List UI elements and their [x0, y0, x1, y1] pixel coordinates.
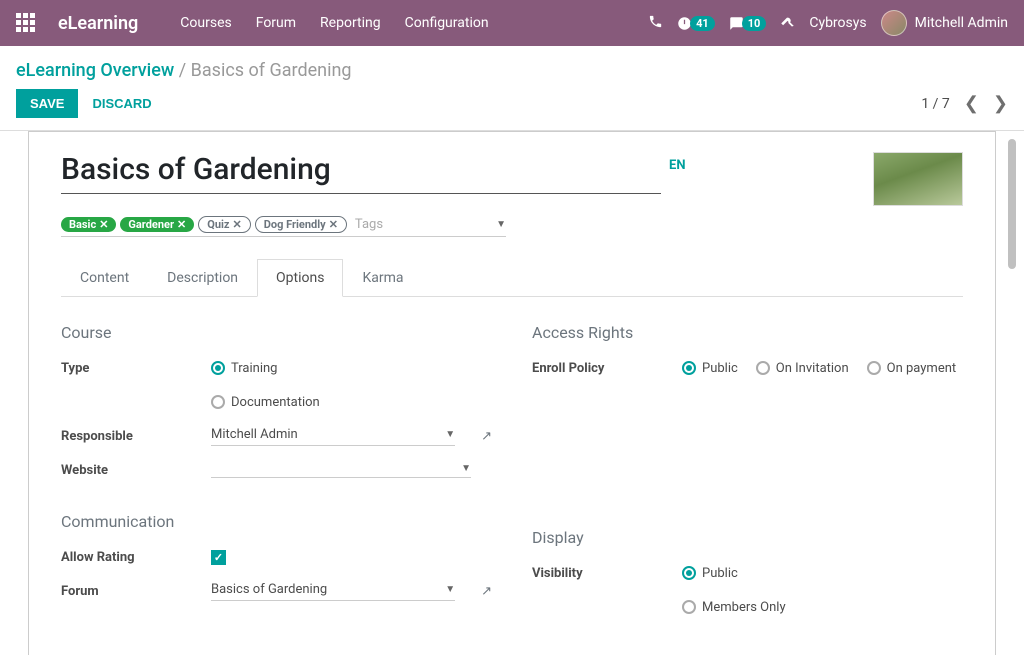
pager-text: 1 / 7 [921, 96, 949, 112]
website-input[interactable]: ▼ [211, 463, 471, 478]
tag-gardener[interactable]: Gardener✕ [120, 217, 194, 232]
avatar [881, 10, 907, 36]
breadcrumb-sep: / [179, 60, 186, 81]
radio-enroll-payment[interactable]: On payment [867, 361, 957, 376]
tab-options[interactable]: Options [257, 259, 343, 297]
activity-badge: 41 [690, 16, 715, 31]
course-title-input[interactable]: Basics of Gardening [61, 152, 661, 194]
responsible-input[interactable]: Mitchell Admin▼ [211, 427, 455, 446]
nav-courses[interactable]: Courses [170, 9, 241, 37]
pager-next-icon[interactable]: ❯ [993, 93, 1008, 114]
radio-enroll-public[interactable]: Public [682, 361, 738, 376]
label-type: Type [61, 361, 211, 376]
apps-icon[interactable] [16, 13, 36, 33]
radio-visibility-public[interactable]: Public [682, 566, 738, 581]
company-name[interactable]: Cybrosys [809, 15, 866, 31]
tag-dog-friendly[interactable]: Dog Friendly✕ [255, 216, 347, 233]
external-link-icon[interactable]: ↗ [481, 429, 492, 444]
tabs: Content Description Options Karma [61, 259, 963, 297]
app-brand: eLearning [58, 13, 138, 34]
breadcrumb-current: Basics of Gardening [191, 60, 352, 81]
radio-enroll-invitation[interactable]: On Invitation [756, 361, 849, 376]
section-communication: Communication [61, 512, 492, 531]
section-access-rights: Access Rights [532, 323, 963, 342]
radio-type-training[interactable]: Training [211, 361, 277, 376]
nav-reporting[interactable]: Reporting [310, 9, 391, 37]
nav-menu: Courses Forum Reporting Configuration [170, 9, 498, 37]
forum-input[interactable]: Basics of Gardening▼ [211, 582, 455, 601]
language-chip[interactable]: EN [669, 158, 686, 173]
discard-button[interactable]: DISCARD [78, 89, 165, 118]
tags-input[interactable]: Basic✕ Gardener✕ Quiz✕ Dog Friendly✕ Tag… [61, 216, 506, 237]
action-bar: SAVE DISCARD 1 / 7 ❮ ❯ [0, 85, 1024, 130]
user-menu[interactable]: Mitchell Admin [881, 10, 1008, 36]
checkbox-allow-rating[interactable]: ✓ [211, 550, 226, 565]
caret-down-icon: ▼ [445, 584, 455, 595]
label-website: Website [61, 463, 211, 478]
messages-badge: 10 [742, 16, 767, 31]
label-forum: Forum [61, 584, 211, 599]
nav-configuration[interactable]: Configuration [395, 9, 499, 37]
tags-placeholder: Tags [355, 217, 383, 232]
save-button[interactable]: SAVE [16, 89, 78, 118]
tag-remove-icon[interactable]: ✕ [329, 218, 338, 231]
form-sheet: Basics of Gardening EN Basic✕ Gardener✕ … [28, 131, 996, 655]
caret-down-icon: ▼ [445, 429, 455, 440]
tag-remove-icon[interactable]: ✕ [99, 218, 108, 231]
pager: 1 / 7 ❮ ❯ [921, 93, 1008, 114]
course-thumbnail[interactable] [873, 152, 963, 206]
tag-basic[interactable]: Basic✕ [61, 217, 116, 232]
label-visibility: Visibility [532, 566, 682, 581]
scrollbar[interactable] [1008, 139, 1016, 269]
section-display: Display [532, 528, 963, 547]
label-enroll-policy: Enroll Policy [532, 361, 682, 376]
caret-down-icon: ▼ [461, 463, 471, 474]
tab-description[interactable]: Description [148, 259, 257, 297]
radio-visibility-members[interactable]: Members Only [682, 600, 786, 615]
radio-type-documentation[interactable]: Documentation [211, 395, 320, 410]
nav-right: 41 10 Cybrosys Mitchell Admin [648, 10, 1008, 36]
label-responsible: Responsible [61, 429, 211, 444]
pager-prev-icon[interactable]: ❮ [964, 93, 979, 114]
tools-icon[interactable] [780, 14, 795, 33]
tag-remove-icon[interactable]: ✕ [233, 218, 242, 231]
breadcrumb-root[interactable]: eLearning Overview [16, 60, 174, 81]
section-course: Course [61, 323, 492, 342]
tags-caret-icon[interactable]: ▼ [496, 219, 506, 230]
tag-remove-icon[interactable]: ✕ [177, 218, 186, 231]
messages-indicator[interactable]: 10 [729, 16, 767, 31]
phone-icon[interactable] [648, 14, 663, 33]
tab-karma[interactable]: Karma [343, 259, 422, 297]
top-navbar: eLearning Courses Forum Reporting Config… [0, 0, 1024, 46]
breadcrumb: eLearning Overview / Basics of Gardening [0, 46, 1024, 85]
tag-quiz[interactable]: Quiz✕ [198, 216, 250, 233]
external-link-icon[interactable]: ↗ [481, 584, 492, 599]
user-name: Mitchell Admin [915, 15, 1008, 31]
tab-content[interactable]: Content [61, 259, 148, 297]
label-allow-rating: Allow Rating [61, 550, 211, 565]
nav-forum[interactable]: Forum [246, 9, 306, 37]
activity-indicator[interactable]: 41 [677, 16, 715, 31]
